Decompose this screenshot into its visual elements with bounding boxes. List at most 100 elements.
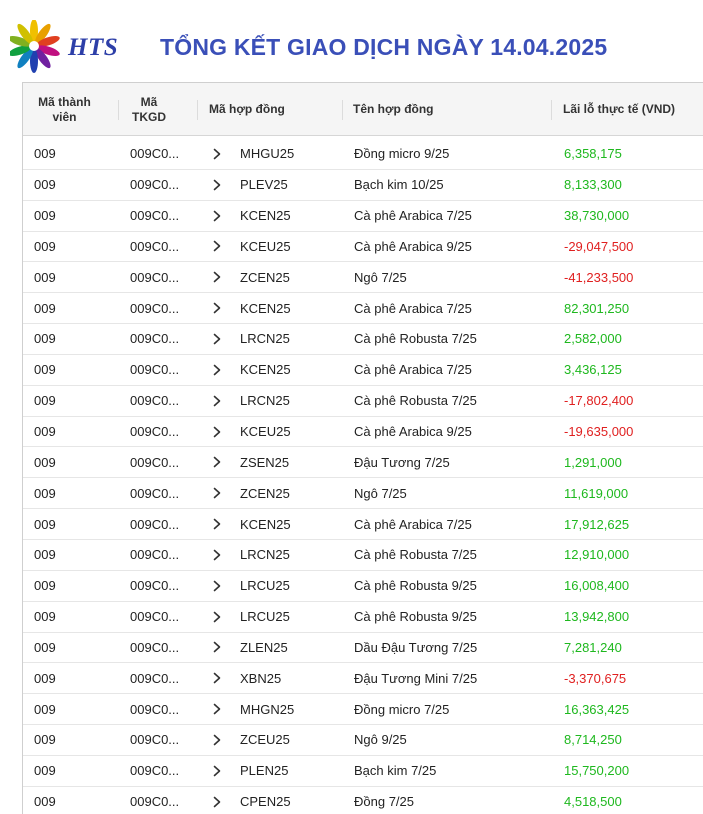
table-row[interactable]: 009 009C0... PLEN25 Bạch kim 7/25 15,750,200 [23, 756, 703, 787]
account-code: 009C0... [130, 578, 180, 594]
contract-code: PLEV25 [240, 177, 288, 193]
account-code: 009C0... [130, 177, 180, 193]
member-code: 009 [34, 794, 56, 810]
contract-code: KCEU25 [240, 424, 291, 440]
table-row[interactable]: 009 009C0... MHGU25 Đồng micro 9/25 6,358,17… [23, 139, 703, 170]
account-code: 009C0... [130, 639, 180, 655]
pnl-value: 11,619,000 [564, 485, 629, 501]
chevron-right-icon[interactable] [210, 602, 224, 632]
account-code: 009C0... [130, 670, 180, 686]
table-row[interactable]: 009 009C0... XBN25 Đậu Tương Mini 7/25 -3,37… [23, 663, 703, 695]
contract-name: Dầu Đậu Tương 7/25 [354, 639, 478, 655]
chevron-right-icon[interactable] [210, 663, 224, 693]
table-row[interactable]: 009 009C0... ZCEU25 Ngô 9/25 8,714,250 [23, 725, 703, 756]
account-code: 009C0... [130, 763, 180, 779]
chevron-right-icon[interactable] [210, 170, 224, 200]
table-row[interactable]: 009 009C0... KCEN25 Cà phê Arabica 7/25 3,43… [23, 355, 703, 386]
contract-code: ZCEN25 [240, 485, 290, 501]
chevron-right-icon[interactable] [210, 694, 224, 724]
pnl-value: 13,942,800 [564, 609, 630, 625]
member-code: 009 [34, 146, 56, 162]
pnl-value: 7,281,240 [564, 639, 622, 655]
table-row[interactable]: 009 009C0... KCEU25 Cà phê Arabica 9/25 -29,… [23, 232, 703, 263]
contract-code: MHGN25 [240, 701, 295, 717]
pnl-value: -29,047,500 [564, 238, 634, 254]
member-code: 009 [34, 639, 56, 655]
account-code: 009C0... [130, 146, 180, 162]
chevron-right-icon[interactable] [210, 509, 224, 539]
contract-code: KCEN25 [240, 300, 291, 316]
table-row[interactable]: 009 009C0... LRCU25 Cà phê Robusta 9/25 13,9… [23, 602, 703, 633]
column-header-pnl[interactable]: Lãi lỗ thực tế (VND) [563, 83, 703, 136]
chevron-right-icon[interactable] [210, 571, 224, 601]
member-code: 009 [34, 424, 56, 440]
table-row[interactable]: 009 009C0... KCEU25 Cà phê Arabica 9/25 -19,… [23, 417, 703, 448]
pnl-value: 82,301,250 [564, 300, 630, 316]
table-row[interactable]: 009 009C0... KCEN25 Cà phê Arabica 7/25 17,9… [23, 509, 703, 540]
column-header-contract-name[interactable]: Tên hợp đồng [353, 83, 543, 136]
table-row[interactable]: 009 009C0... ZCEN25 Ngô 7/25 -41,233,500 [23, 262, 703, 294]
chevron-right-icon[interactable] [210, 139, 224, 169]
column-header-contract-code[interactable]: Mã hợp đồng [209, 83, 349, 136]
pnl-value: 17,912,625 [564, 516, 630, 532]
chevron-right-icon[interactable] [210, 293, 224, 323]
contract-name: Bạch kim 10/25 [354, 177, 444, 193]
contract-code: CPEN25 [240, 794, 291, 810]
member-code: 009 [34, 670, 56, 686]
table-row[interactable]: 009 009C0... CPEN25 Đồng 7/25 4,518,500 [23, 787, 703, 814]
chevron-right-icon[interactable] [210, 201, 224, 231]
chevron-right-icon[interactable] [210, 540, 224, 570]
contract-name: Cà phê Arabica 7/25 [354, 208, 472, 224]
column-header-member[interactable]: Mã thành viên [23, 83, 106, 136]
chevron-right-icon[interactable] [210, 787, 224, 814]
chevron-right-icon[interactable] [210, 262, 224, 292]
chevron-right-icon[interactable] [210, 386, 224, 416]
table-row[interactable]: 009 009C0... LRCN25 Cà phê Robusta 7/25 -17,… [23, 386, 703, 417]
chevron-right-icon[interactable] [210, 725, 224, 755]
account-code: 009C0... [130, 701, 180, 717]
table-row[interactable]: 009 009C0... ZCEN25 Ngô 7/25 11,619,000 [23, 478, 703, 510]
table-row[interactable]: 009 009C0... ZSEN25 Đậu Tương 7/25 1,291,000 [23, 447, 703, 479]
contract-code: LRCN25 [240, 547, 290, 563]
member-code: 009 [34, 269, 56, 285]
contract-name: Cà phê Robusta 7/25 [354, 547, 477, 563]
account-code: 009C0... [130, 362, 180, 378]
chevron-right-icon[interactable] [210, 232, 224, 262]
contract-name: Cà phê Arabica 7/25 [354, 362, 472, 378]
pnl-value: 12,910,000 [564, 547, 630, 563]
table-row[interactable]: 009 009C0... LRCN25 Cà phê Robusta 7/25 12,9… [23, 540, 703, 571]
contract-code: LRCN25 [240, 331, 290, 347]
contract-name: Cà phê Robusta 9/25 [354, 609, 477, 625]
hts-logo: HTS [10, 20, 130, 78]
chevron-right-icon[interactable] [210, 447, 224, 477]
contract-name: Cà phê Arabica 7/25 [354, 516, 472, 532]
trade-summary-table: Mã thành viên Mã TKGD Mã hợp đồng Tên hợ… [22, 82, 703, 814]
chevron-right-icon[interactable] [210, 324, 224, 354]
contract-code: KCEN25 [240, 516, 291, 532]
chevron-right-icon[interactable] [210, 355, 224, 385]
member-code: 009 [34, 177, 56, 193]
member-code: 009 [34, 485, 56, 501]
account-code: 009C0... [130, 454, 180, 470]
account-code: 009C0... [130, 331, 180, 347]
table-row[interactable]: 009 009C0... KCEN25 Cà phê Arabica 7/25 82,3… [23, 293, 703, 325]
table-row[interactable]: 009 009C0... MHGN25 Đồng micro 7/25 16,363,4… [23, 694, 703, 726]
account-code: 009C0... [130, 485, 180, 501]
table-row[interactable]: 009 009C0... ZLEN25 Dầu Đậu Tương 7/25 7,281… [23, 633, 703, 664]
member-code: 009 [34, 300, 56, 316]
table-row[interactable]: 009 009C0... KCEN25 Cà phê Arabica 7/25 38,7… [23, 201, 703, 232]
chevron-right-icon[interactable] [210, 417, 224, 447]
table-row[interactable]: 009 009C0... PLEV25 Bạch kim 10/25 8,133,300 [23, 170, 703, 201]
pnl-value: 6,358,175 [564, 146, 622, 162]
chevron-right-icon[interactable] [210, 756, 224, 786]
table-row[interactable]: 009 009C0... LRCN25 Cà phê Robusta 7/25 2,58… [23, 324, 703, 355]
member-code: 009 [34, 454, 56, 470]
chevron-right-icon[interactable] [210, 633, 224, 663]
contract-code: KCEU25 [240, 238, 291, 254]
chevron-right-icon[interactable] [210, 478, 224, 508]
pnl-value: 8,133,300 [564, 177, 622, 193]
table-row[interactable]: 009 009C0... LRCU25 Cà phê Robusta 9/25 16,0… [23, 571, 703, 602]
column-header-account[interactable]: Mã TKGD [119, 83, 179, 136]
member-code: 009 [34, 331, 56, 347]
pnl-value: 3,436,125 [564, 362, 622, 378]
